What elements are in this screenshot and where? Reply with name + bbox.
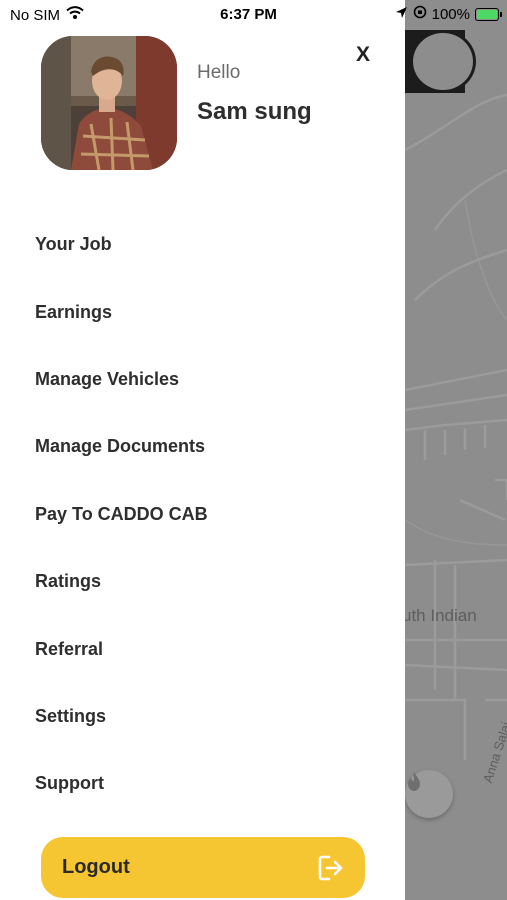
menu-item-pay-to-caddo-cab[interactable]: Pay To CADDO CAB <box>35 504 208 525</box>
wifi-icon <box>66 6 84 24</box>
online-toggle[interactable] <box>410 30 476 93</box>
status-bar: No SIM 6:37 PM 100% <box>0 0 507 30</box>
logout-button[interactable]: Logout <box>41 837 365 898</box>
menu-item-settings[interactable]: Settings <box>35 706 106 727</box>
menu-item-support[interactable]: Support <box>35 773 104 794</box>
menu-item-your-job[interactable]: Your Job <box>35 234 112 255</box>
carrier-label: No SIM <box>10 6 61 24</box>
menu-item-earnings[interactable]: Earnings <box>35 302 112 323</box>
location-arrow-icon <box>395 6 408 23</box>
user-name: Sam sung <box>197 98 312 125</box>
orientation-lock-icon <box>413 5 427 23</box>
greeting-text: Hello <box>197 62 241 83</box>
menu-item-manage-vehicles[interactable]: Manage Vehicles <box>35 369 179 390</box>
battery-level-fill <box>477 9 497 19</box>
status-time: 6:37 PM <box>220 6 277 23</box>
logout-icon <box>317 854 345 882</box>
avatar[interactable] <box>41 36 177 170</box>
battery-charging-icon <box>475 7 502 21</box>
flame-icon[interactable] <box>405 770 453 818</box>
menu-item-ratings[interactable]: Ratings <box>35 571 101 592</box>
navigation-drawer: Hello Sam sung X Your Job Earnings Manag… <box>0 0 405 900</box>
close-button[interactable]: X <box>356 43 370 67</box>
menu-item-referral[interactable]: Referral <box>35 639 103 660</box>
logout-label: Logout <box>62 856 130 878</box>
map-background: uth Indian Anna Salai <box>405 0 507 900</box>
battery-percent: 100% <box>431 5 470 23</box>
menu-item-manage-documents[interactable]: Manage Documents <box>35 436 205 457</box>
map-place-label: uth Indian <box>405 606 477 625</box>
